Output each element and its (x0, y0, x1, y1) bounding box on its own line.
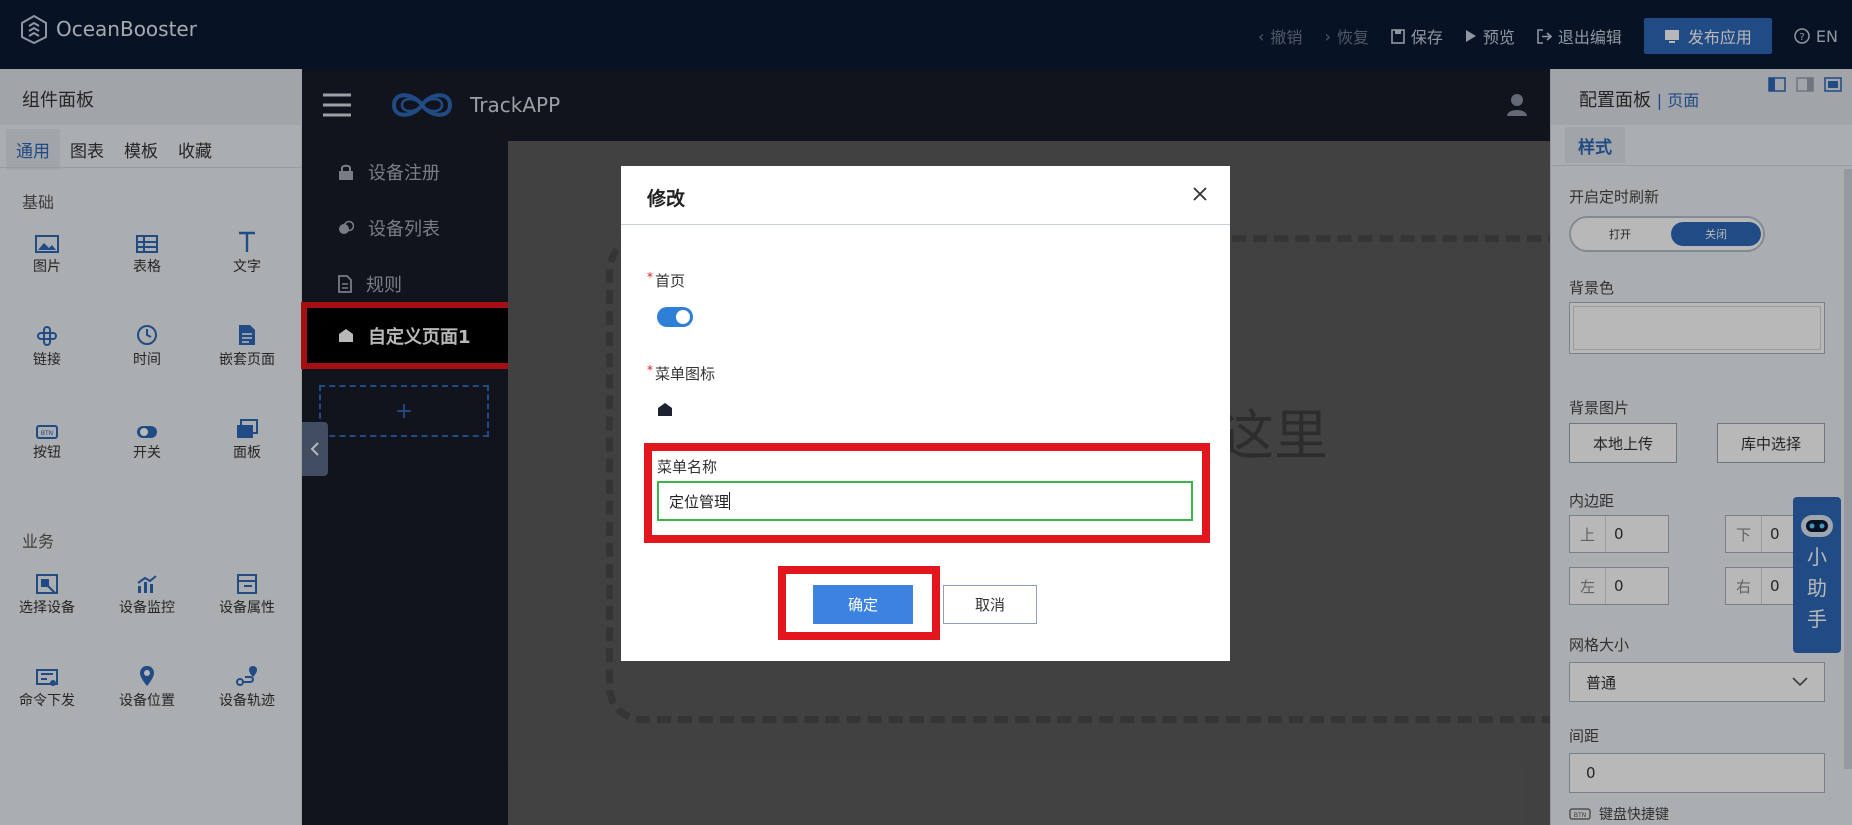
homepage-label-text: 首页 (655, 272, 686, 290)
text-cursor (729, 492, 731, 510)
menu-icon-label: * 菜单图标 (647, 363, 715, 384)
dialog-title: 修改 (647, 188, 686, 210)
cancel-button[interactable]: 取消 (943, 585, 1037, 624)
menu-icon-label-text: 菜单图标 (655, 365, 716, 383)
required-mark: * (647, 270, 653, 284)
switch-knob (676, 310, 690, 324)
confirm-button[interactable]: 确定 (813, 585, 913, 624)
dialog-divider (621, 224, 1230, 225)
home-icon[interactable] (657, 402, 673, 417)
close-icon[interactable] (1192, 186, 1208, 202)
required-mark: * (647, 363, 653, 377)
edit-menu-dialog: 修改 * 首页 * 菜单图标 菜单名称 定位管理 确定 取消 (621, 166, 1230, 661)
menu-name-value: 定位管理 (669, 492, 730, 511)
menu-name-label: 菜单名称 (657, 458, 718, 476)
menu-name-input[interactable]: 定位管理 (657, 481, 1193, 521)
homepage-switch[interactable] (657, 307, 693, 327)
homepage-label: * 首页 (647, 270, 685, 291)
